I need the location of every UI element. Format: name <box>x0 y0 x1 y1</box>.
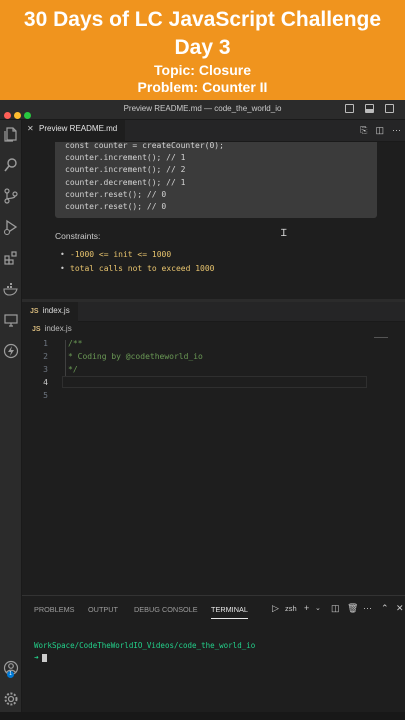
current-line-highlight <box>62 376 367 388</box>
constraints-heading: Constraints: <box>55 231 101 241</box>
open-source-icon[interactable]: ⎘ <box>360 125 367 135</box>
tab-output[interactable]: OUTPUT <box>88 605 118 614</box>
bottom-panel: PROBLEMS OUTPUT DEBUG CONSOLE TERMINAL ▷… <box>22 595 405 720</box>
zoom-window-button[interactable] <box>24 112 31 119</box>
terminal-cursor <box>41 654 47 662</box>
code-line: */ <box>68 365 78 374</box>
preview-tab-bar: ✕ Preview README.md ⎘ ◫ ··· <box>22 120 405 142</box>
activity-bar <box>0 120 22 720</box>
source-control-icon[interactable] <box>3 188 19 204</box>
code-line: counter.reset(); // 0 <box>65 189 167 199</box>
indent-guide <box>65 340 66 376</box>
constraint-item: -1000 <= init <= 1000 <box>60 250 171 259</box>
tab-label: Preview README.md <box>39 124 118 133</box>
minimize-window-button[interactable] <box>14 112 21 119</box>
tab-terminal[interactable]: TERMINAL <box>211 605 248 619</box>
code-editor[interactable]: 1 /** 2 * Coding by @codetheworld_io 3 *… <box>22 335 405 595</box>
line-number: 2 <box>43 352 48 361</box>
constraint-item: total calls not to exceed 1000 <box>60 264 214 273</box>
code-line: counter.reset(); // 0 <box>65 202 167 212</box>
search-icon[interactable] <box>3 157 19 173</box>
line-number: 4 <box>43 378 48 387</box>
code-line: counter.increment(); // 1 <box>65 153 186 163</box>
maximize-panel-icon[interactable]: ⌃ <box>381 603 389 614</box>
close-panel-icon[interactable]: ✕ <box>396 603 404 614</box>
line-number: 5 <box>43 391 48 400</box>
editor-actions: ⎘ ◫ ··· <box>352 125 401 136</box>
settings-gear-icon[interactable] <box>3 691 19 707</box>
status-bar <box>0 712 405 720</box>
tab-preview-readme[interactable]: ✕ Preview README.md <box>22 120 126 142</box>
minimap[interactable] <box>374 337 388 338</box>
topic-label: Topic: Closure <box>154 62 251 78</box>
line-number: 1 <box>43 339 48 348</box>
video-title-banner: 30 Days of LC JavaScript Challenge Day 3… <box>0 0 405 100</box>
editor-tab-bar: JS index.js <box>22 302 405 322</box>
accounts-badge: 1 <box>7 671 14 678</box>
run-debug-icon[interactable] <box>3 219 19 235</box>
docker-icon[interactable] <box>3 281 19 297</box>
explorer-icon[interactable] <box>3 126 19 142</box>
series-title: 30 Days of LC JavaScript Challenge <box>23 8 382 31</box>
markdown-preview: const counter = createCounter(0); counter… <box>22 142 405 299</box>
tab-label: index.js <box>42 306 70 315</box>
tab-index-js[interactable]: JS index.js <box>22 302 78 322</box>
code-line: counter.increment(); // 2 <box>65 165 186 175</box>
javascript-file-icon: JS <box>32 326 41 333</box>
terminal-prompt[interactable]: ➜ <box>34 653 47 662</box>
close-window-button[interactable] <box>4 112 11 119</box>
trash-icon[interactable]: 🗑 <box>347 603 358 614</box>
shell-name[interactable]: zsh <box>285 604 297 613</box>
javascript-file-icon: JS <box>30 308 39 315</box>
breadcrumb-file: index.js <box>44 324 72 333</box>
new-terminal-icon[interactable]: + <box>304 603 309 613</box>
toggle-secondary-sidebar-icon[interactable] <box>385 104 394 113</box>
line-number: 3 <box>43 365 48 374</box>
terminal-icon: ▷ <box>272 603 279 613</box>
tab-debug-console[interactable]: DEBUG CONSOLE <box>134 605 198 614</box>
example-code-block: const counter = createCounter(0); counter… <box>55 142 377 218</box>
code-line: counter.decrement(); // 1 <box>65 177 186 187</box>
problem-label: Problem: Counter II <box>137 79 268 95</box>
breadcrumb[interactable]: JS index.js <box>32 324 72 333</box>
panel-tabs: PROBLEMS OUTPUT DEBUG CONSOLE TERMINAL ▷… <box>22 596 405 622</box>
code-line: const counter = createCounter(0); <box>65 142 224 150</box>
window-titlebar: Preview README.md — code_the_world_io <box>0 100 405 120</box>
more-actions-icon[interactable]: ··· <box>363 603 372 613</box>
terminal-path: WorkSpace/CodeTheWorldIO_Videos/code_the… <box>34 641 256 650</box>
thunder-client-icon[interactable] <box>3 343 19 359</box>
more-actions-icon[interactable]: ··· <box>392 125 401 135</box>
toggle-sidebar-icon[interactable] <box>345 104 354 113</box>
extensions-icon[interactable] <box>3 250 19 266</box>
split-terminal-icon[interactable]: ◫ <box>331 603 340 614</box>
tab-problems[interactable]: PROBLEMS <box>34 605 75 614</box>
code-line: /** <box>68 339 83 348</box>
code-line: * Coding by @codetheworld_io <box>68 352 203 361</box>
close-tab-icon[interactable]: ✕ <box>27 124 34 133</box>
text-cursor-icon: Ɪ <box>281 228 287 239</box>
chevron-down-icon[interactable]: ⌄ <box>315 604 321 612</box>
prompt-arrow: ➜ <box>34 653 39 662</box>
split-editor-icon[interactable]: ◫ <box>375 125 384 135</box>
toggle-panel-icon[interactable] <box>365 104 374 113</box>
remote-explorer-icon[interactable] <box>3 312 19 328</box>
day-label: Day 3 <box>174 36 231 59</box>
